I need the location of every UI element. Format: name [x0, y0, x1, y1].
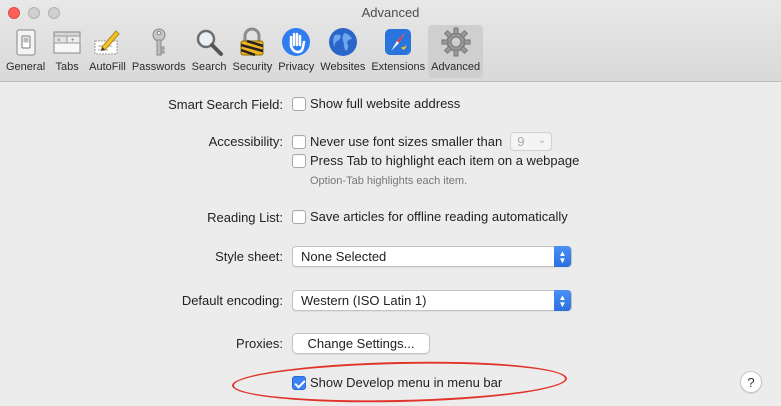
- updown-arrows-icon: ▲ ▼: [554, 246, 571, 267]
- accessibility-label: Accessibility:: [208, 134, 283, 149]
- show-develop-menu-row: Show Develop menu in menu bar: [292, 375, 502, 390]
- tab-search[interactable]: Search: [189, 25, 230, 78]
- globe-icon: [327, 26, 359, 58]
- min-font-size-select[interactable]: 9 ⌄: [510, 132, 553, 151]
- preferences-window: Advanced General × + Tabs AutoFill Passw…: [0, 0, 781, 406]
- tab-privacy[interactable]: Privacy: [275, 25, 317, 78]
- show-full-address-row: Show full website address: [292, 96, 460, 111]
- title-bar: Advanced General × + Tabs AutoFill Passw…: [0, 0, 781, 82]
- reading-list-label: Reading List:: [207, 210, 283, 225]
- tab-highlight-checkbox[interactable]: [292, 153, 306, 168]
- style-sheet-label: Style sheet:: [215, 249, 283, 264]
- show-full-address-label: Show full website address: [310, 96, 461, 111]
- general-switch-icon: [10, 26, 42, 58]
- show-develop-menu-label: Show Develop menu in menu bar: [310, 375, 503, 390]
- change-settings-button[interactable]: Change Settings...: [292, 333, 430, 354]
- tab-advanced[interactable]: Advanced: [428, 25, 484, 78]
- help-button[interactable]: ?: [740, 371, 762, 393]
- window-title: Advanced: [361, 5, 420, 20]
- tab-general[interactable]: General: [3, 25, 48, 78]
- tabs-icon: × +: [51, 26, 83, 58]
- min-font-size-row: Never use font sizes smaller than 9 ⌄: [292, 132, 553, 151]
- key-icon: [143, 26, 175, 58]
- autofill-pencil-icon: [91, 26, 123, 58]
- default-encoding-label: Default encoding:: [181, 293, 283, 308]
- style-sheet-select[interactable]: None Selected ▲ ▼: [292, 246, 572, 267]
- tab-autofill[interactable]: AutoFill: [86, 25, 129, 78]
- updown-arrows-icon: ▲ ▼: [554, 290, 571, 311]
- tab-highlight-label: Press Tab to highlight each item on a we…: [310, 153, 580, 168]
- proxies-label: Proxies:: [236, 336, 283, 351]
- tab-extensions[interactable]: Extensions: [368, 25, 428, 78]
- preferences-toolbar: General × + Tabs AutoFill Passwords Sear…: [3, 25, 484, 78]
- padlock-icon: [236, 26, 268, 58]
- tab-security[interactable]: Security: [229, 25, 275, 78]
- chevron-down-icon: ⌄: [537, 135, 547, 146]
- hand-icon: [280, 26, 312, 58]
- default-encoding-select[interactable]: Western (ISO Latin 1) ▲ ▼: [292, 290, 572, 311]
- offline-reading-row: Save articles for offline reading automa…: [292, 209, 568, 224]
- tab-websites[interactable]: Websites: [317, 25, 368, 78]
- gear-icon: [440, 26, 472, 58]
- min-font-size-label: Never use font sizes smaller than: [310, 134, 503, 149]
- svg-text:×: ×: [57, 38, 61, 44]
- svg-text:+: +: [71, 38, 75, 44]
- min-font-size-checkbox[interactable]: [292, 134, 306, 149]
- offline-reading-checkbox[interactable]: [292, 209, 306, 224]
- smart-search-label: Smart Search Field:: [168, 97, 283, 112]
- extensions-compass-icon: [382, 26, 414, 58]
- show-full-address-checkbox[interactable]: [292, 96, 306, 111]
- magnifier-icon: [193, 26, 225, 58]
- offline-reading-label: Save articles for offline reading automa…: [310, 209, 568, 224]
- tab-highlight-row: Press Tab to highlight each item on a we…: [292, 153, 579, 168]
- tab-passwords[interactable]: Passwords: [129, 25, 189, 78]
- advanced-settings: Smart Search Field: Show full website ad…: [0, 83, 781, 406]
- tab-tabs[interactable]: × + Tabs: [48, 25, 86, 78]
- show-develop-menu-checkbox[interactable]: [292, 375, 306, 390]
- option-tab-hint: Option-Tab highlights each item.: [310, 175, 468, 187]
